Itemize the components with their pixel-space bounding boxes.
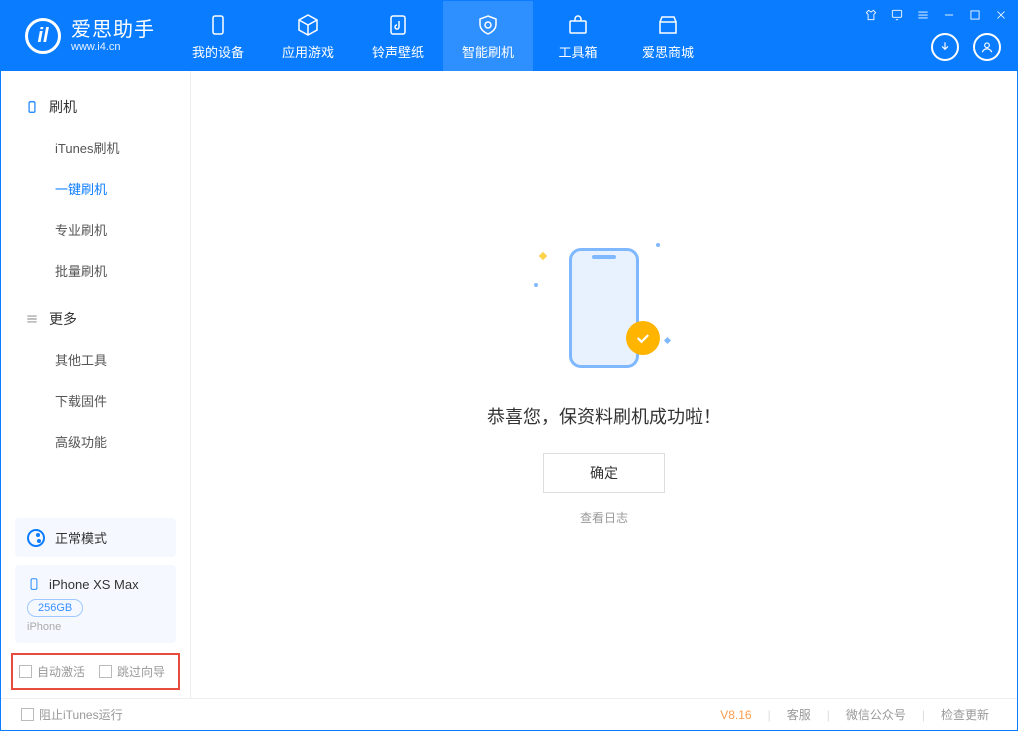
music-file-icon xyxy=(385,12,411,38)
tab-my-device[interactable]: 我的设备 xyxy=(173,1,263,71)
app-window: il 爱思助手 www.i4.cn 我的设备 应用游戏 铃声壁纸 智能刷机 xyxy=(0,0,1018,731)
sidebar: 刷机 iTunes刷机 一键刷机 专业刷机 批量刷机 更多 其他工具 下载固件 … xyxy=(1,71,191,698)
sidebar-item-advanced[interactable]: 高级功能 xyxy=(1,421,190,462)
divider: | xyxy=(768,708,771,722)
toolbox-icon xyxy=(565,12,591,38)
minimize-button[interactable] xyxy=(941,7,957,23)
tab-label: 智能刷机 xyxy=(462,42,514,61)
sidebar-item-download-firmware[interactable]: 下载固件 xyxy=(1,380,190,421)
mode-icon xyxy=(27,529,45,547)
view-log-link[interactable]: 查看日志 xyxy=(580,509,628,526)
version-label: V8.16 xyxy=(720,708,751,722)
cube-icon xyxy=(295,12,321,38)
footer-link-wechat[interactable]: 微信公众号 xyxy=(838,706,914,723)
header-right-buttons xyxy=(931,33,1001,61)
sidebar-item-other-tools[interactable]: 其他工具 xyxy=(1,339,190,380)
menu-icon[interactable] xyxy=(915,7,931,23)
tab-label: 应用游戏 xyxy=(282,42,334,61)
checkbox-label: 阻止iTunes运行 xyxy=(39,706,123,723)
device-phone-icon xyxy=(27,575,41,593)
sidebar-bottom: 正常模式 iPhone XS Max 256GB iPhone 自动激活 xyxy=(1,510,190,698)
download-button[interactable] xyxy=(931,33,959,61)
checkbox-box-icon xyxy=(99,665,112,678)
app-subtitle: www.i4.cn xyxy=(71,41,155,53)
tab-toolbox[interactable]: 工具箱 xyxy=(533,1,623,71)
device-name-row: iPhone XS Max xyxy=(27,575,164,593)
tab-smart-flash[interactable]: 智能刷机 xyxy=(443,1,533,71)
phone-graphic xyxy=(569,248,639,368)
sidebar-item-itunes-flash[interactable]: iTunes刷机 xyxy=(1,127,190,168)
device-card[interactable]: iPhone XS Max 256GB iPhone xyxy=(15,565,176,643)
sidebar-item-onekey-flash[interactable]: 一键刷机 xyxy=(1,168,190,209)
divider: | xyxy=(827,708,830,722)
store-icon xyxy=(655,12,681,38)
device-name: iPhone XS Max xyxy=(49,577,139,592)
divider: | xyxy=(922,708,925,722)
body: 刷机 iTunes刷机 一键刷机 专业刷机 批量刷机 更多 其他工具 下载固件 … xyxy=(1,71,1017,698)
tab-apps-games[interactable]: 应用游戏 xyxy=(263,1,353,71)
checkbox-box-icon xyxy=(19,665,32,678)
refresh-shield-icon xyxy=(475,12,501,38)
phone-outline-icon xyxy=(25,100,39,114)
close-button[interactable] xyxy=(993,7,1009,23)
main-tabs: 我的设备 应用游戏 铃声壁纸 智能刷机 工具箱 爱思商城 xyxy=(173,1,713,71)
main-content: 恭喜您，保资料刷机成功啦！ 确定 查看日志 xyxy=(191,71,1017,698)
checkbox-box-icon xyxy=(21,708,34,721)
checkbox-label: 自动激活 xyxy=(37,663,85,680)
success-message: 恭喜您，保资料刷机成功啦！ xyxy=(487,403,721,429)
sidebar-section-title: 更多 xyxy=(49,309,77,329)
ok-button[interactable]: 确定 xyxy=(543,453,665,493)
logo-area: il 爱思助手 www.i4.cn xyxy=(1,18,173,54)
tab-label: 爱思商城 xyxy=(642,42,694,61)
feedback-icon[interactable] xyxy=(889,7,905,23)
logo-text: 爱思助手 www.i4.cn xyxy=(71,19,155,53)
window-controls xyxy=(863,7,1009,23)
sidebar-item-pro-flash[interactable]: 专业刷机 xyxy=(1,209,190,250)
tab-label: 我的设备 xyxy=(192,42,244,61)
tab-ringtone-wallpaper[interactable]: 铃声壁纸 xyxy=(353,1,443,71)
sidebar-section-more: 更多 xyxy=(1,301,190,339)
tab-store[interactable]: 爱思商城 xyxy=(623,1,713,71)
spark-icon xyxy=(664,337,671,344)
highlighted-checkbox-row: 自动激活 跳过向导 xyxy=(11,653,180,690)
checkbox-skip-guide[interactable]: 跳过向导 xyxy=(99,663,165,680)
shirt-icon[interactable] xyxy=(863,7,879,23)
logo-icon: il xyxy=(25,18,61,54)
sidebar-section-flash: 刷机 xyxy=(1,89,190,127)
footer-link-support[interactable]: 客服 xyxy=(779,706,819,723)
user-button[interactable] xyxy=(973,33,1001,61)
spark-icon xyxy=(539,252,547,260)
phone-icon xyxy=(205,12,231,38)
sidebar-item-batch-flash[interactable]: 批量刷机 xyxy=(1,250,190,291)
footer-right: V8.16 | 客服 | 微信公众号 | 检查更新 xyxy=(720,706,997,723)
maximize-button[interactable] xyxy=(967,7,983,23)
list-icon xyxy=(25,312,39,326)
mode-card[interactable]: 正常模式 xyxy=(15,518,176,557)
tab-label: 铃声壁纸 xyxy=(372,42,424,61)
footer: 阻止iTunes运行 V8.16 | 客服 | 微信公众号 | 检查更新 xyxy=(1,698,1017,730)
dot-icon xyxy=(534,283,538,287)
tab-label: 工具箱 xyxy=(558,42,597,61)
checkbox-auto-activate[interactable]: 自动激活 xyxy=(19,663,85,680)
app-title: 爱思助手 xyxy=(71,19,155,41)
check-badge-icon xyxy=(626,321,660,355)
checkbox-label: 跳过向导 xyxy=(117,663,165,680)
success-illustration xyxy=(544,243,664,383)
sidebar-section-title: 刷机 xyxy=(49,97,77,117)
footer-link-update[interactable]: 检查更新 xyxy=(933,706,997,723)
device-type: iPhone xyxy=(27,621,164,633)
header: il 爱思助手 www.i4.cn 我的设备 应用游戏 铃声壁纸 智能刷机 xyxy=(1,1,1017,71)
mode-label: 正常模式 xyxy=(55,528,107,547)
device-capacity-badge: 256GB xyxy=(27,599,83,617)
dot-icon xyxy=(656,243,660,247)
checkbox-block-itunes[interactable]: 阻止iTunes运行 xyxy=(21,706,123,723)
